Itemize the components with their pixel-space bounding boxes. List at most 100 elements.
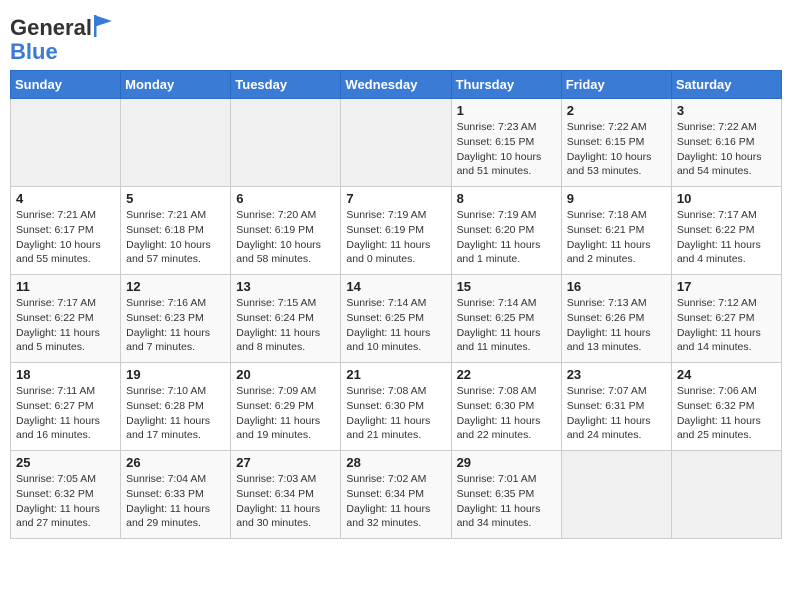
day-number: 5 (126, 191, 225, 206)
day-info: Sunrise: 7:12 AMSunset: 6:27 PMDaylight:… (677, 296, 776, 355)
weekday-header-monday: Monday (121, 71, 231, 99)
weekday-header-sunday: Sunday (11, 71, 121, 99)
day-info: Sunrise: 7:08 AMSunset: 6:30 PMDaylight:… (457, 384, 556, 443)
day-info: Sunrise: 7:20 AMSunset: 6:19 PMDaylight:… (236, 208, 335, 267)
calendar-cell: 22 Sunrise: 7:08 AMSunset: 6:30 PMDayligh… (451, 363, 561, 451)
day-number: 11 (16, 279, 115, 294)
calendar-cell (11, 99, 121, 187)
day-number: 12 (126, 279, 225, 294)
day-info: Sunrise: 7:17 AMSunset: 6:22 PMDaylight:… (677, 208, 776, 267)
calendar-cell (341, 99, 451, 187)
weekday-header-saturday: Saturday (671, 71, 781, 99)
calendar-cell: 9 Sunrise: 7:18 AMSunset: 6:21 PMDaylight… (561, 187, 671, 275)
day-info: Sunrise: 7:10 AMSunset: 6:28 PMDaylight:… (126, 384, 225, 443)
day-number: 21 (346, 367, 445, 382)
day-info: Sunrise: 7:02 AMSunset: 6:34 PMDaylight:… (346, 472, 445, 531)
day-number: 7 (346, 191, 445, 206)
calendar-cell: 29Sunrise: 7:01 AMSunset: 6:35 PMDayligh… (451, 451, 561, 539)
calendar-cell: 26 Sunrise: 7:04 AMSunset: 6:33 PMDayligh… (121, 451, 231, 539)
calendar-cell: 3 Sunrise: 7:22 AMSunset: 6:16 PMDaylight… (671, 99, 781, 187)
calendar-cell: 15 Sunrise: 7:14 AMSunset: 6:25 PMDayligh… (451, 275, 561, 363)
calendar-cell: 2 Sunrise: 7:22 AMSunset: 6:15 PMDaylight… (561, 99, 671, 187)
calendar-cell: 23Sunrise: 7:07 AMSunset: 6:31 PMDayligh… (561, 363, 671, 451)
day-info: Sunrise: 7:15 AMSunset: 6:24 PMDaylight:… (236, 296, 335, 355)
day-info: Sunrise: 7:14 AMSunset: 6:25 PMDaylight:… (346, 296, 445, 355)
page-header: General Blue (10, 10, 782, 64)
calendar-cell: 24 Sunrise: 7:06 AMSunset: 6:32 PMDayligh… (671, 363, 781, 451)
day-info: Sunrise: 7:18 AMSunset: 6:21 PMDaylight:… (567, 208, 666, 267)
calendar-week-row: 1Sunrise: 7:23 AMSunset: 6:15 PMDaylight… (11, 99, 782, 187)
calendar-cell: 21 Sunrise: 7:08 AMSunset: 6:30 PMDayligh… (341, 363, 451, 451)
day-info: Sunrise: 7:17 AMSunset: 6:22 PMDaylight:… (16, 296, 115, 355)
calendar-cell: 12Sunrise: 7:16 AMSunset: 6:23 PMDayligh… (121, 275, 231, 363)
weekday-header-row: SundayMondayTuesdayWednesdayThursdayFrid… (11, 71, 782, 99)
day-info: Sunrise: 7:22 AMSunset: 6:16 PMDaylight:… (677, 120, 776, 179)
day-info: Sunrise: 7:23 AMSunset: 6:15 PMDaylight:… (457, 120, 556, 179)
day-info: Sunrise: 7:14 AMSunset: 6:25 PMDaylight:… (457, 296, 556, 355)
weekday-header-thursday: Thursday (451, 71, 561, 99)
day-number: 6 (236, 191, 335, 206)
calendar-cell: 1Sunrise: 7:23 AMSunset: 6:15 PMDaylight… (451, 99, 561, 187)
calendar-cell: 10 Sunrise: 7:17 AMSunset: 6:22 PMDayligh… (671, 187, 781, 275)
calendar-week-row: 4Sunrise: 7:21 AMSunset: 6:17 PMDaylight… (11, 187, 782, 275)
day-number: 29 (457, 455, 556, 470)
day-number: 16 (567, 279, 666, 294)
weekday-header-friday: Friday (561, 71, 671, 99)
day-number: 26 (126, 455, 225, 470)
calendar-table: SundayMondayTuesdayWednesdayThursdayFrid… (10, 70, 782, 539)
calendar-cell: 17 Sunrise: 7:12 AMSunset: 6:27 PMDayligh… (671, 275, 781, 363)
day-info: Sunrise: 7:21 AMSunset: 6:18 PMDaylight:… (126, 208, 225, 267)
day-number: 22 (457, 367, 556, 382)
day-number: 14 (346, 279, 445, 294)
day-info: Sunrise: 7:04 AMSunset: 6:33 PMDaylight:… (126, 472, 225, 531)
day-number: 3 (677, 103, 776, 118)
calendar-cell: 8 Sunrise: 7:19 AMSunset: 6:20 PMDaylight… (451, 187, 561, 275)
calendar-week-row: 25 Sunrise: 7:05 AMSunset: 6:32 PMDayligh… (11, 451, 782, 539)
calendar-cell: 20 Sunrise: 7:09 AMSunset: 6:29 PMDayligh… (231, 363, 341, 451)
day-number: 13 (236, 279, 335, 294)
day-number: 18 (16, 367, 115, 382)
day-number: 8 (457, 191, 556, 206)
day-info: Sunrise: 7:03 AMSunset: 6:34 PMDaylight:… (236, 472, 335, 531)
day-number: 19 (126, 367, 225, 382)
calendar-cell: 18 Sunrise: 7:11 AMSunset: 6:27 PMDayligh… (11, 363, 121, 451)
day-number: 10 (677, 191, 776, 206)
day-info: Sunrise: 7:22 AMSunset: 6:15 PMDaylight:… (567, 120, 666, 179)
day-info: Sunrise: 7:07 AMSunset: 6:31 PMDaylight:… (567, 384, 666, 443)
calendar-week-row: 11 Sunrise: 7:17 AMSunset: 6:22 PMDayligh… (11, 275, 782, 363)
logo-general: General (10, 16, 92, 40)
day-info: Sunrise: 7:05 AMSunset: 6:32 PMDaylight:… (16, 472, 115, 531)
day-number: 24 (677, 367, 776, 382)
logo: General Blue (10, 16, 112, 64)
day-number: 28 (346, 455, 445, 470)
day-number: 27 (236, 455, 335, 470)
day-info: Sunrise: 7:06 AMSunset: 6:32 PMDaylight:… (677, 384, 776, 443)
day-number: 9 (567, 191, 666, 206)
calendar-cell: 11 Sunrise: 7:17 AMSunset: 6:22 PMDayligh… (11, 275, 121, 363)
calendar-cell: 28 Sunrise: 7:02 AMSunset: 6:34 PMDayligh… (341, 451, 451, 539)
day-number: 25 (16, 455, 115, 470)
calendar-cell: 27 Sunrise: 7:03 AMSunset: 6:34 PMDayligh… (231, 451, 341, 539)
calendar-cell (121, 99, 231, 187)
calendar-cell: 5 Sunrise: 7:21 AMSunset: 6:18 PMDaylight… (121, 187, 231, 275)
calendar-cell: 7 Sunrise: 7:19 AMSunset: 6:19 PMDaylight… (341, 187, 451, 275)
calendar-cell: 4Sunrise: 7:21 AMSunset: 6:17 PMDaylight… (11, 187, 121, 275)
day-number: 4 (16, 191, 115, 206)
calendar-cell (231, 99, 341, 187)
calendar-cell: 25 Sunrise: 7:05 AMSunset: 6:32 PMDayligh… (11, 451, 121, 539)
day-number: 15 (457, 279, 556, 294)
day-info: Sunrise: 7:08 AMSunset: 6:30 PMDaylight:… (346, 384, 445, 443)
logo-blue: Blue (10, 39, 58, 64)
calendar-cell (671, 451, 781, 539)
calendar-cell: 19 Sunrise: 7:10 AMSunset: 6:28 PMDayligh… (121, 363, 231, 451)
day-info: Sunrise: 7:19 AMSunset: 6:20 PMDaylight:… (457, 208, 556, 267)
calendar-cell: 16Sunrise: 7:13 AMSunset: 6:26 PMDayligh… (561, 275, 671, 363)
day-info: Sunrise: 7:19 AMSunset: 6:19 PMDaylight:… (346, 208, 445, 267)
day-info: Sunrise: 7:11 AMSunset: 6:27 PMDaylight:… (16, 384, 115, 443)
day-info: Sunrise: 7:09 AMSunset: 6:29 PMDaylight:… (236, 384, 335, 443)
day-number: 2 (567, 103, 666, 118)
weekday-header-tuesday: Tuesday (231, 71, 341, 99)
day-number: 20 (236, 367, 335, 382)
day-number: 17 (677, 279, 776, 294)
calendar-cell: 6 Sunrise: 7:20 AMSunset: 6:19 PMDaylight… (231, 187, 341, 275)
